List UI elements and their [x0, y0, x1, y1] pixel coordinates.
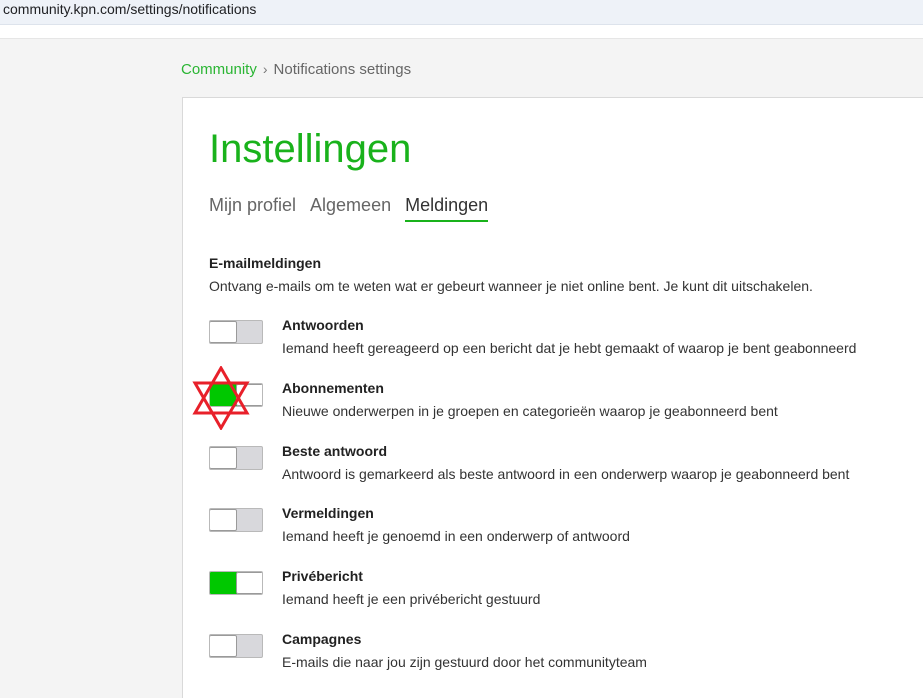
- tab-meldingen[interactable]: Meldingen: [405, 192, 489, 222]
- toggle-privebericht[interactable]: [209, 571, 263, 595]
- tab-mijn-profiel[interactable]: Mijn profiel: [209, 192, 296, 222]
- setting-description: Antwoord is gemarkeerd als beste antwoor…: [282, 466, 850, 482]
- setting-row-antwoorden: Antwoorden Iemand heeft gereageerd op ee…: [209, 316, 923, 360]
- toggle-abonnementen[interactable]: [209, 383, 263, 407]
- section-title-email: E-mailmeldingen: [209, 255, 322, 271]
- setting-title: Beste antwoord: [282, 443, 388, 459]
- setting-description: Iemand heeft gereageerd op een bericht d…: [282, 340, 857, 356]
- toggle-knob: [236, 572, 262, 594]
- setting-row-privebericht: Privébericht Iemand heeft je een privébe…: [209, 567, 923, 611]
- breadcrumb: Community › Notifications settings: [181, 59, 411, 80]
- breadcrumb-community-link[interactable]: Community: [181, 61, 257, 78]
- setting-description: Iemand heeft je een privébericht gestuur…: [282, 591, 541, 607]
- address-url[interactable]: community.kpn.com/settings/notifications: [3, 0, 256, 18]
- toggle-beste-antwoord[interactable]: [209, 446, 263, 470]
- toggle-knob: [210, 321, 237, 343]
- setting-title: Privébericht: [282, 568, 363, 584]
- toggle-fill: [210, 384, 237, 406]
- setting-title: Campagnes: [282, 631, 362, 647]
- toggle-knob: [210, 635, 237, 657]
- breadcrumb-current: Notifications settings: [273, 61, 412, 78]
- setting-title: Antwoorden: [282, 317, 364, 333]
- toggle-campagnes[interactable]: [209, 634, 263, 658]
- tab-algemeen[interactable]: Algemeen: [310, 192, 391, 222]
- toggle-vermeldingen[interactable]: [209, 508, 263, 532]
- section-description-email: Ontvang e-mails om te weten wat er gebeu…: [209, 278, 813, 294]
- toggle-antwoorden[interactable]: [209, 320, 263, 344]
- chevron-right-icon: ›: [262, 61, 268, 77]
- setting-row-beste-antwoord: Beste antwoord Antwoord is gemarkeerd al…: [209, 442, 923, 486]
- settings-tabs: Mijn profiel Algemeen Meldingen: [209, 192, 502, 224]
- toggle-fill: [210, 572, 237, 594]
- setting-title: Vermeldingen: [282, 505, 374, 521]
- setting-description: Iemand heeft je genoemd in een onderwerp…: [282, 528, 630, 544]
- setting-description: E-mails die naar jou zijn gestuurd door …: [282, 654, 647, 670]
- setting-row-abonnementen: Abonnementen Nieuwe onderwerpen in je gr…: [209, 379, 923, 423]
- browser-toolbar-strip: [0, 25, 923, 39]
- toggle-knob: [210, 509, 237, 531]
- setting-title: Abonnementen: [282, 380, 384, 396]
- setting-description: Nieuwe onderwerpen in je groepen en cate…: [282, 403, 778, 419]
- setting-row-vermeldingen: Vermeldingen Iemand heeft je genoemd in …: [209, 504, 923, 548]
- toggle-knob: [210, 447, 237, 469]
- toggle-knob: [236, 384, 262, 406]
- browser-address-bar[interactable]: community.kpn.com/settings/notifications: [0, 0, 923, 25]
- page-title: Instellingen: [209, 127, 412, 171]
- setting-row-campagnes: Campagnes E-mails die naar jou zijn gest…: [209, 630, 923, 674]
